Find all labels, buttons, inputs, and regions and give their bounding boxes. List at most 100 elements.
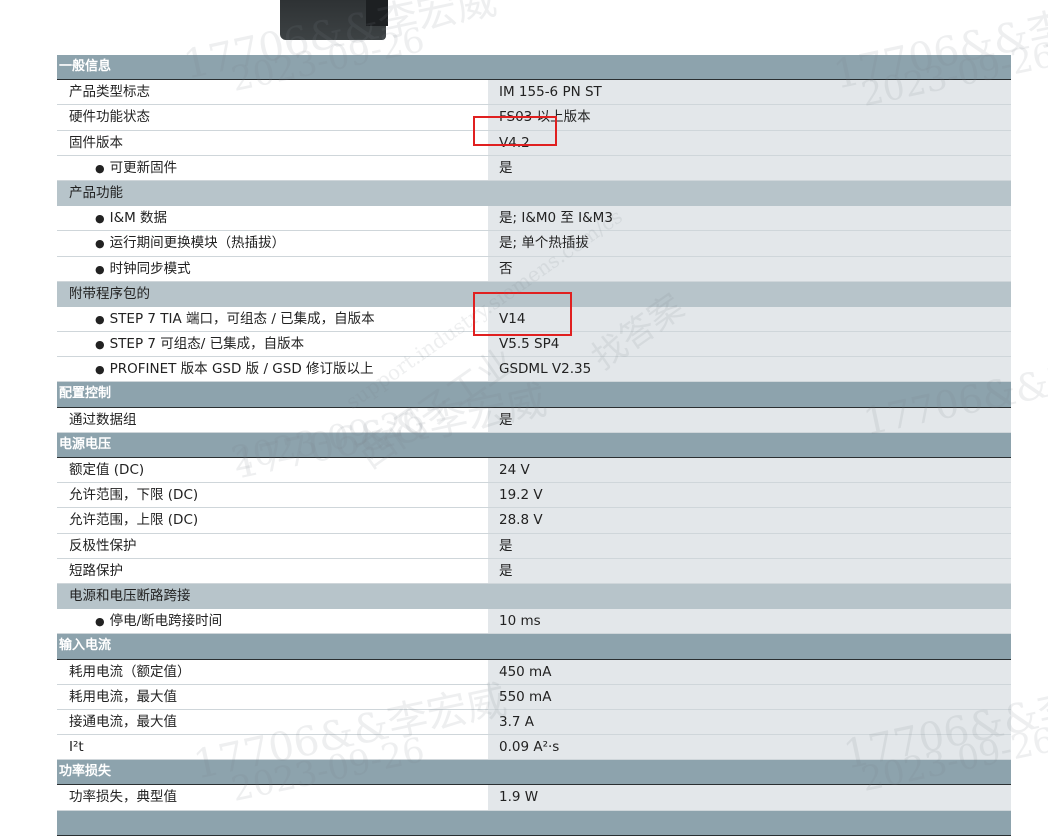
subsection-title: 附带程序包的 (69, 285, 150, 302)
section-header: 一般信息 (57, 55, 1011, 81)
spec-label: ● I&M 数据 (57, 206, 488, 231)
product-image (280, 0, 388, 40)
spec-value: GSDML V2.35 (488, 357, 1011, 382)
spec-label-text: 产品类型标志 (69, 84, 150, 101)
spec-label: 反极性保护 (57, 533, 488, 558)
spec-value: 19.2 V (488, 483, 1011, 508)
spec-label: 耗用电流，最大值 (57, 684, 488, 709)
spec-label: ● 可更新固件 (57, 155, 488, 180)
bullet-icon: ● (95, 212, 105, 226)
spec-value: 是 (488, 558, 1011, 583)
spec-row: ● PROFINET 版本 GSD 版 / GSD 修订版以上 GSDML V2.3… (57, 357, 1011, 383)
spec-label-text: 硬件功能状态 (69, 109, 150, 126)
spec-label-text: 固件版本 (69, 134, 123, 151)
spec-value: 是; I&M0 至 I&M3 (488, 206, 1011, 231)
section-header: 输入电流 (57, 634, 1011, 660)
spec-row: ● 时钟同步模式 否 (57, 256, 1011, 282)
spec-row: 通过数据组 是 (57, 407, 1011, 433)
spec-value: 28.8 V (488, 508, 1011, 533)
spec-label-text: I²t (69, 739, 84, 756)
spec-label: 允许范围，上限 (DC) (57, 508, 488, 533)
spec-row: 功率损失，典型值 1.9 W (57, 785, 1011, 811)
spec-row: ● I&M 数据 是; I&M0 至 I&M3 (57, 206, 1011, 232)
spec-label: ● 停电/断电跨接时间 (57, 609, 488, 634)
spec-label: ● 运行期间更换模块（热插拔） (57, 231, 488, 256)
spec-row: 耗用电流，最大值 550 mA (57, 684, 1011, 710)
spec-label-text: 功率损失，典型值 (69, 789, 177, 806)
spec-value: V5.5 SP4 (488, 332, 1011, 357)
spec-value: 是 (488, 407, 1011, 432)
spec-label: ● PROFINET 版本 GSD 版 / GSD 修订版以上 (57, 357, 488, 382)
spec-label: 产品类型标志 (57, 80, 488, 105)
bullet-icon: ● (95, 161, 105, 175)
section-title: 配置控制 (59, 386, 112, 402)
spec-table: 一般信息 产品类型标志 IM 155-6 PN ST 硬件功能状态 FS03 以上版本固… (57, 55, 1011, 836)
spec-label-text: 接通电流，最大值 (69, 713, 177, 730)
section-header: 电源电压 (57, 432, 1011, 458)
spec-row: 硬件功能状态 FS03 以上版本 (57, 105, 1011, 131)
spec-value: 0.09 A²·s (488, 735, 1011, 760)
bullet-icon: ● (95, 237, 105, 251)
spec-row: ● 可更新固件 是 (57, 155, 1011, 181)
spec-label: 通过数据组 (57, 407, 488, 432)
spec-row: ● STEP 7 TIA 端口，可组态 / 已集成，自版本 V14 (57, 306, 1011, 333)
spec-label: ● STEP 7 TIA 端口，可组态 / 已集成，自版本 (57, 306, 488, 332)
spec-value: 550 mA (488, 684, 1011, 709)
spec-label: I²t (57, 735, 488, 760)
spec-value: V14 (488, 306, 1011, 332)
spec-label: 接通电流，最大值 (57, 709, 488, 735)
product-image-detail (366, 0, 388, 26)
spec-label-text: 额定值 (DC) (69, 462, 145, 478)
subsection-title: 电源和电压断路跨接 (69, 587, 191, 604)
spec-row: 固件版本 V4.2 (57, 130, 1011, 156)
section-header: 功率损失 (57, 760, 1011, 786)
spec-row: ● STEP 7 可组态/ 已集成，自版本 V5.5 SP4 (57, 332, 1011, 358)
spec-value: 是 (488, 533, 1011, 558)
spec-value: V4.2 (488, 130, 1011, 155)
subsection-header: 产品功能 (57, 180, 1011, 207)
spec-label-text: 反极性保护 (69, 537, 137, 554)
spec-value: 450 mA (488, 659, 1011, 684)
spec-label-text: STEP 7 可组态/ 已集成，自版本 (109, 336, 305, 353)
subsection-title: 产品功能 (69, 184, 123, 201)
spec-value: 否 (488, 256, 1011, 281)
bullet-icon: ● (95, 338, 105, 352)
spec-row: 允许范围，上限 (DC) 28.8 V (57, 508, 1011, 534)
spec-value: 是; 单个热插拔 (488, 231, 1011, 256)
spec-label-text: 时钟同步模式 (109, 260, 191, 277)
spec-label-text: 通过数据组 (69, 411, 137, 428)
spec-label: 短路保护 (57, 558, 488, 583)
section-title: 功率损失 (59, 764, 112, 780)
spec-label-text: 耗用电流，最大值 (69, 688, 177, 705)
spec-label: 功率损失，典型值 (57, 785, 488, 810)
section-title: 一般信息 (59, 59, 112, 74)
spec-row: ● 停电/断电跨接时间 10 ms (57, 609, 1011, 635)
spec-value: 1.9 W (488, 785, 1011, 810)
spec-label: 允许范围，下限 (DC) (57, 483, 488, 508)
spec-row: 接通电流，最大值 3.7 A (57, 709, 1011, 736)
section-title: 输入电流 (59, 638, 112, 654)
spec-label: 固件版本 (57, 130, 488, 155)
bullet-icon: ● (95, 312, 105, 326)
spec-value: 3.7 A (488, 709, 1011, 735)
spec-label-text: PROFINET 版本 GSD 版 / GSD 修订版以上 (109, 361, 374, 378)
section-title (57, 811, 59, 835)
spec-label: 耗用电流（额定值） (57, 659, 488, 684)
bullet-icon: ● (95, 363, 105, 377)
spec-row: I²t 0.09 A²·s (57, 735, 1011, 761)
bullet-icon: ● (95, 262, 105, 276)
spec-label: 额定值 (DC) (57, 458, 488, 483)
spec-label-text: STEP 7 TIA 端口，可组态 / 已集成，自版本 (109, 310, 375, 327)
spec-label-text: 允许范围，上限 (DC) (69, 512, 199, 529)
section-title: 电源电压 (59, 436, 112, 452)
section-header: 配置控制 (57, 382, 1011, 408)
spec-row: 允许范围，下限 (DC) 19.2 V (57, 483, 1011, 509)
spec-value: 是 (488, 155, 1011, 180)
section-header (57, 810, 1011, 836)
spec-label-text: 运行期间更换模块（热插拔） (109, 235, 286, 252)
spec-label: 硬件功能状态 (57, 105, 488, 130)
spec-row: 反极性保护 是 (57, 533, 1011, 559)
spec-row: ● 运行期间更换模块（热插拔） 是; 单个热插拔 (57, 231, 1011, 257)
spec-row: 额定值 (DC) 24 V (57, 458, 1011, 484)
bullet-icon: ● (95, 615, 105, 629)
